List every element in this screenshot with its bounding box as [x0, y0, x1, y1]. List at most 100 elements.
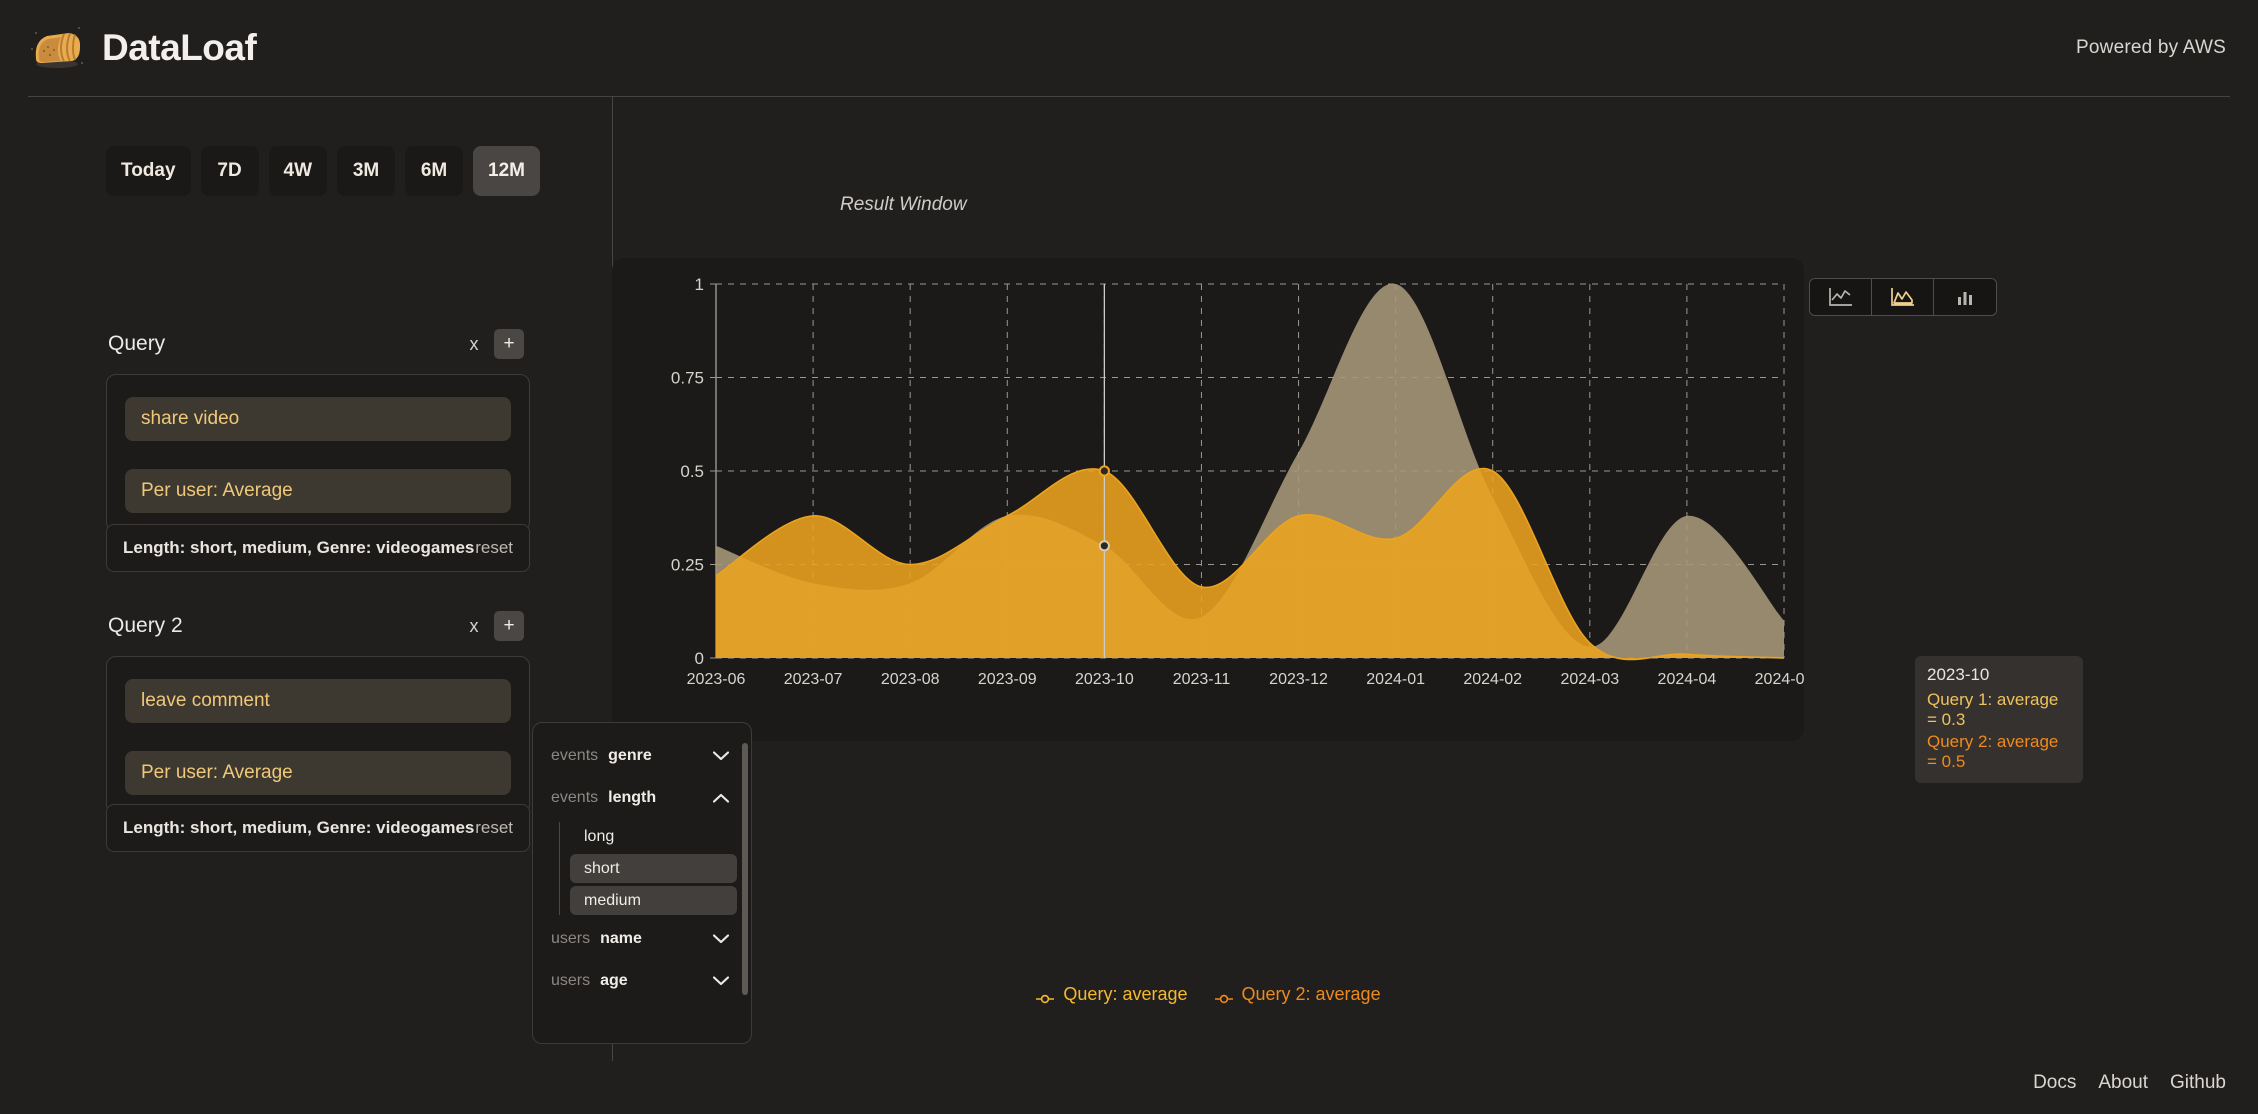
time-range-4w[interactable]: 4W: [269, 146, 328, 196]
bread-loaf-icon: [28, 19, 86, 77]
query-card-1-add-button[interactable]: +: [494, 329, 524, 359]
filter-dropdown-list: events genre events length long short me…: [533, 735, 751, 1031]
query-card-1-body: share video Per user: Average: [106, 374, 530, 532]
chart-canvas[interactable]: 0 0.25 0.5 0.75 1 2023-06 2023-07 2023-08 2023-0…: [612, 258, 1804, 741]
legend-label-query1: Query: average: [1063, 984, 1187, 1005]
query-card-2-header: Query 2 x +: [106, 608, 530, 644]
legend-marker-icon: [1035, 989, 1055, 1001]
svg-text:2024-01: 2024-01: [1366, 671, 1425, 688]
app-header: DataLoaf Powered by AWS: [0, 0, 2258, 96]
svg-text:0: 0: [695, 649, 704, 668]
filter-group-table-label: events: [551, 789, 598, 807]
time-range-today[interactable]: Today: [106, 146, 191, 196]
query-card-2-add-button[interactable]: +: [494, 611, 524, 641]
legend-marker-icon: [1214, 989, 1234, 1001]
footer-link-docs[interactable]: Docs: [2033, 1072, 2076, 1094]
time-range-7d[interactable]: 7D: [201, 146, 259, 196]
svg-text:0.5: 0.5: [680, 462, 704, 481]
result-window-label: Result Window: [840, 194, 967, 216]
query-card-1-filter-bar[interactable]: Length: short, medium, Genre: videogames…: [106, 524, 530, 572]
chevron-down-icon: [713, 974, 729, 988]
filter-group-users-age[interactable]: users age: [547, 960, 737, 1002]
query-card-1: Query x + share video Per user: Average: [106, 326, 530, 532]
chevron-down-icon: [713, 749, 729, 763]
chevron-up-icon: [713, 791, 729, 805]
footer-link-about[interactable]: About: [2098, 1072, 2148, 1094]
filter-group-column-label: age: [600, 972, 628, 990]
svg-text:2024-04: 2024-04: [1658, 671, 1717, 688]
query-card-2-title: Query 2: [108, 614, 183, 638]
area-chart-icon[interactable]: [1872, 279, 1934, 315]
brand-name: DataLoaf: [102, 27, 256, 69]
svg-text:2023-07: 2023-07: [784, 671, 843, 688]
svg-text:2024-02: 2024-02: [1463, 671, 1522, 688]
query-card-1-filter-text: Length: short, medium, Genre: videogames: [123, 538, 474, 558]
time-range-selector: Today 7D 4W 3M 6M 12M: [106, 146, 540, 196]
chart-legend: Query: average Query 2: average: [612, 984, 1804, 1005]
query-card-2-event-select[interactable]: leave comment: [125, 679, 511, 723]
app-root: DataLoaf Powered by AWS Today 7D 4W 3M 6…: [0, 0, 2258, 1114]
area-chart[interactable]: 0 0.25 0.5 0.75 1 2023-06 2023-07 2023-08 2023-0…: [612, 258, 1804, 741]
filter-option-long[interactable]: long: [570, 822, 737, 851]
chart-type-toggle: [1809, 278, 1997, 316]
svg-text:2023-10: 2023-10: [1075, 671, 1134, 688]
svg-text:2024-03: 2024-03: [1560, 671, 1619, 688]
filter-group-events-length[interactable]: events length: [547, 777, 737, 819]
filter-group-table-label: users: [551, 972, 590, 990]
query-card-1-event-select[interactable]: share video: [125, 397, 511, 441]
filter-group-users-name[interactable]: users name: [547, 918, 737, 960]
query-card-2: Query 2 x + leave comment Per user: Aver…: [106, 608, 530, 814]
query-card-2-filter-text: Length: short, medium, Genre: videogames: [123, 818, 474, 838]
filter-group-column-label: length: [608, 789, 656, 807]
time-range-6m[interactable]: 6M: [405, 146, 463, 196]
query-card-1-aggregation-select[interactable]: Per user: Average: [125, 469, 511, 513]
powered-by-label: Powered by AWS: [2076, 37, 2226, 59]
filter-group-events-genre[interactable]: events genre: [547, 735, 737, 777]
query-card-2-remove-button[interactable]: x: [462, 611, 486, 641]
filter-option-short[interactable]: short: [570, 854, 737, 883]
query-card-2-filter-reset[interactable]: reset: [475, 818, 513, 838]
query-card-1-header: Query x +: [106, 326, 530, 362]
svg-text:0.25: 0.25: [671, 556, 704, 575]
filter-options-events-length: long short medium: [559, 822, 737, 915]
legend-item-query1[interactable]: Query: average: [1035, 984, 1187, 1005]
filter-group-table-label: users: [551, 930, 590, 948]
filter-group-column-label: name: [600, 930, 642, 948]
line-chart-icon[interactable]: [1810, 279, 1872, 315]
query-card-2-filter-bar[interactable]: Length: short, medium, Genre: videogames…: [106, 804, 530, 852]
brand[interactable]: DataLoaf: [28, 19, 256, 77]
svg-text:0.75: 0.75: [671, 369, 704, 388]
filter-option-medium[interactable]: medium: [570, 886, 737, 915]
filter-group-column-label: genre: [608, 747, 652, 765]
query-card-1-remove-button[interactable]: x: [462, 329, 486, 359]
svg-text:2023-06: 2023-06: [687, 671, 746, 688]
tooltip-query1-value: Query 1: average = 0.3: [1927, 690, 2071, 730]
filter-dropdown: events genre events length long short me…: [532, 722, 752, 1044]
svg-text:2023-08: 2023-08: [881, 671, 940, 688]
time-range-12m[interactable]: 12M: [473, 146, 540, 196]
left-panel: Today 7D 4W 3M 6M 12M Query x + share vi…: [0, 96, 612, 1114]
svg-text:2023-09: 2023-09: [978, 671, 1037, 688]
filter-group-table-label: events: [551, 747, 598, 765]
query-card-2-body: leave comment Per user: Average: [106, 656, 530, 814]
legend-label-query2: Query 2: average: [1242, 984, 1381, 1005]
footer: Docs About Github: [2033, 1072, 2226, 1094]
svg-text:1: 1: [695, 275, 704, 294]
svg-text:2023-11: 2023-11: [1173, 671, 1231, 688]
chart-panel: 0 0.25 0.5 0.75 1 2023-06 2023-07 2023-08 2023-0…: [612, 258, 1804, 741]
tooltip-query2-value: Query 2: average = 0.5: [1927, 732, 2071, 772]
query-card-1-filter-reset[interactable]: reset: [475, 538, 513, 558]
query-card-2-actions: x +: [462, 611, 524, 641]
chevron-down-icon: [713, 932, 729, 946]
footer-link-github[interactable]: Github: [2170, 1072, 2226, 1094]
query-card-1-title: Query: [108, 332, 165, 356]
time-range-3m[interactable]: 3M: [337, 146, 395, 196]
filter-dropdown-scrollbar[interactable]: [742, 743, 748, 995]
svg-text:2024-05: 2024-05: [1755, 671, 1804, 688]
bar-chart-icon[interactable]: [1934, 279, 1996, 315]
query-card-2-aggregation-select[interactable]: Per user: Average: [125, 751, 511, 795]
chart-tooltip: 2023-10 Query 1: average = 0.3 Query 2: …: [1915, 656, 2083, 783]
right-panel: Result Window: [612, 96, 2258, 1114]
query-card-1-actions: x +: [462, 329, 524, 359]
legend-item-query2[interactable]: Query 2: average: [1214, 984, 1381, 1005]
